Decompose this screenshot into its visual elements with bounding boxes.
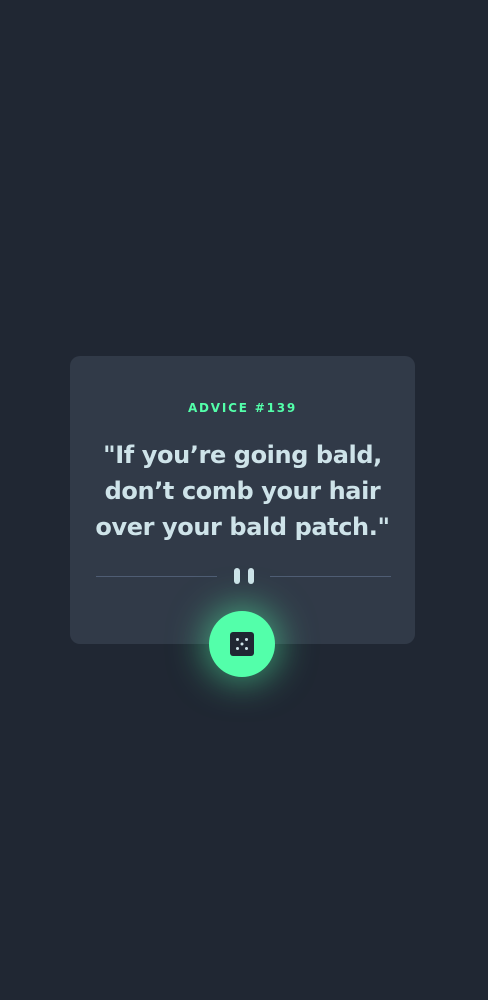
advice-card: ADVICE #139 "If you’re going bald, don’t… xyxy=(70,356,415,644)
advice-quote: "If you’re going bald, don’t comb your h… xyxy=(95,441,390,541)
new-advice-button[interactable] xyxy=(209,611,275,677)
divider xyxy=(96,568,391,584)
advice-number: ADVICE #139 xyxy=(187,401,298,415)
divider-line-right xyxy=(270,576,391,577)
divider-line-left xyxy=(96,576,217,577)
pause-icon xyxy=(234,568,254,584)
dice-icon xyxy=(230,632,254,656)
